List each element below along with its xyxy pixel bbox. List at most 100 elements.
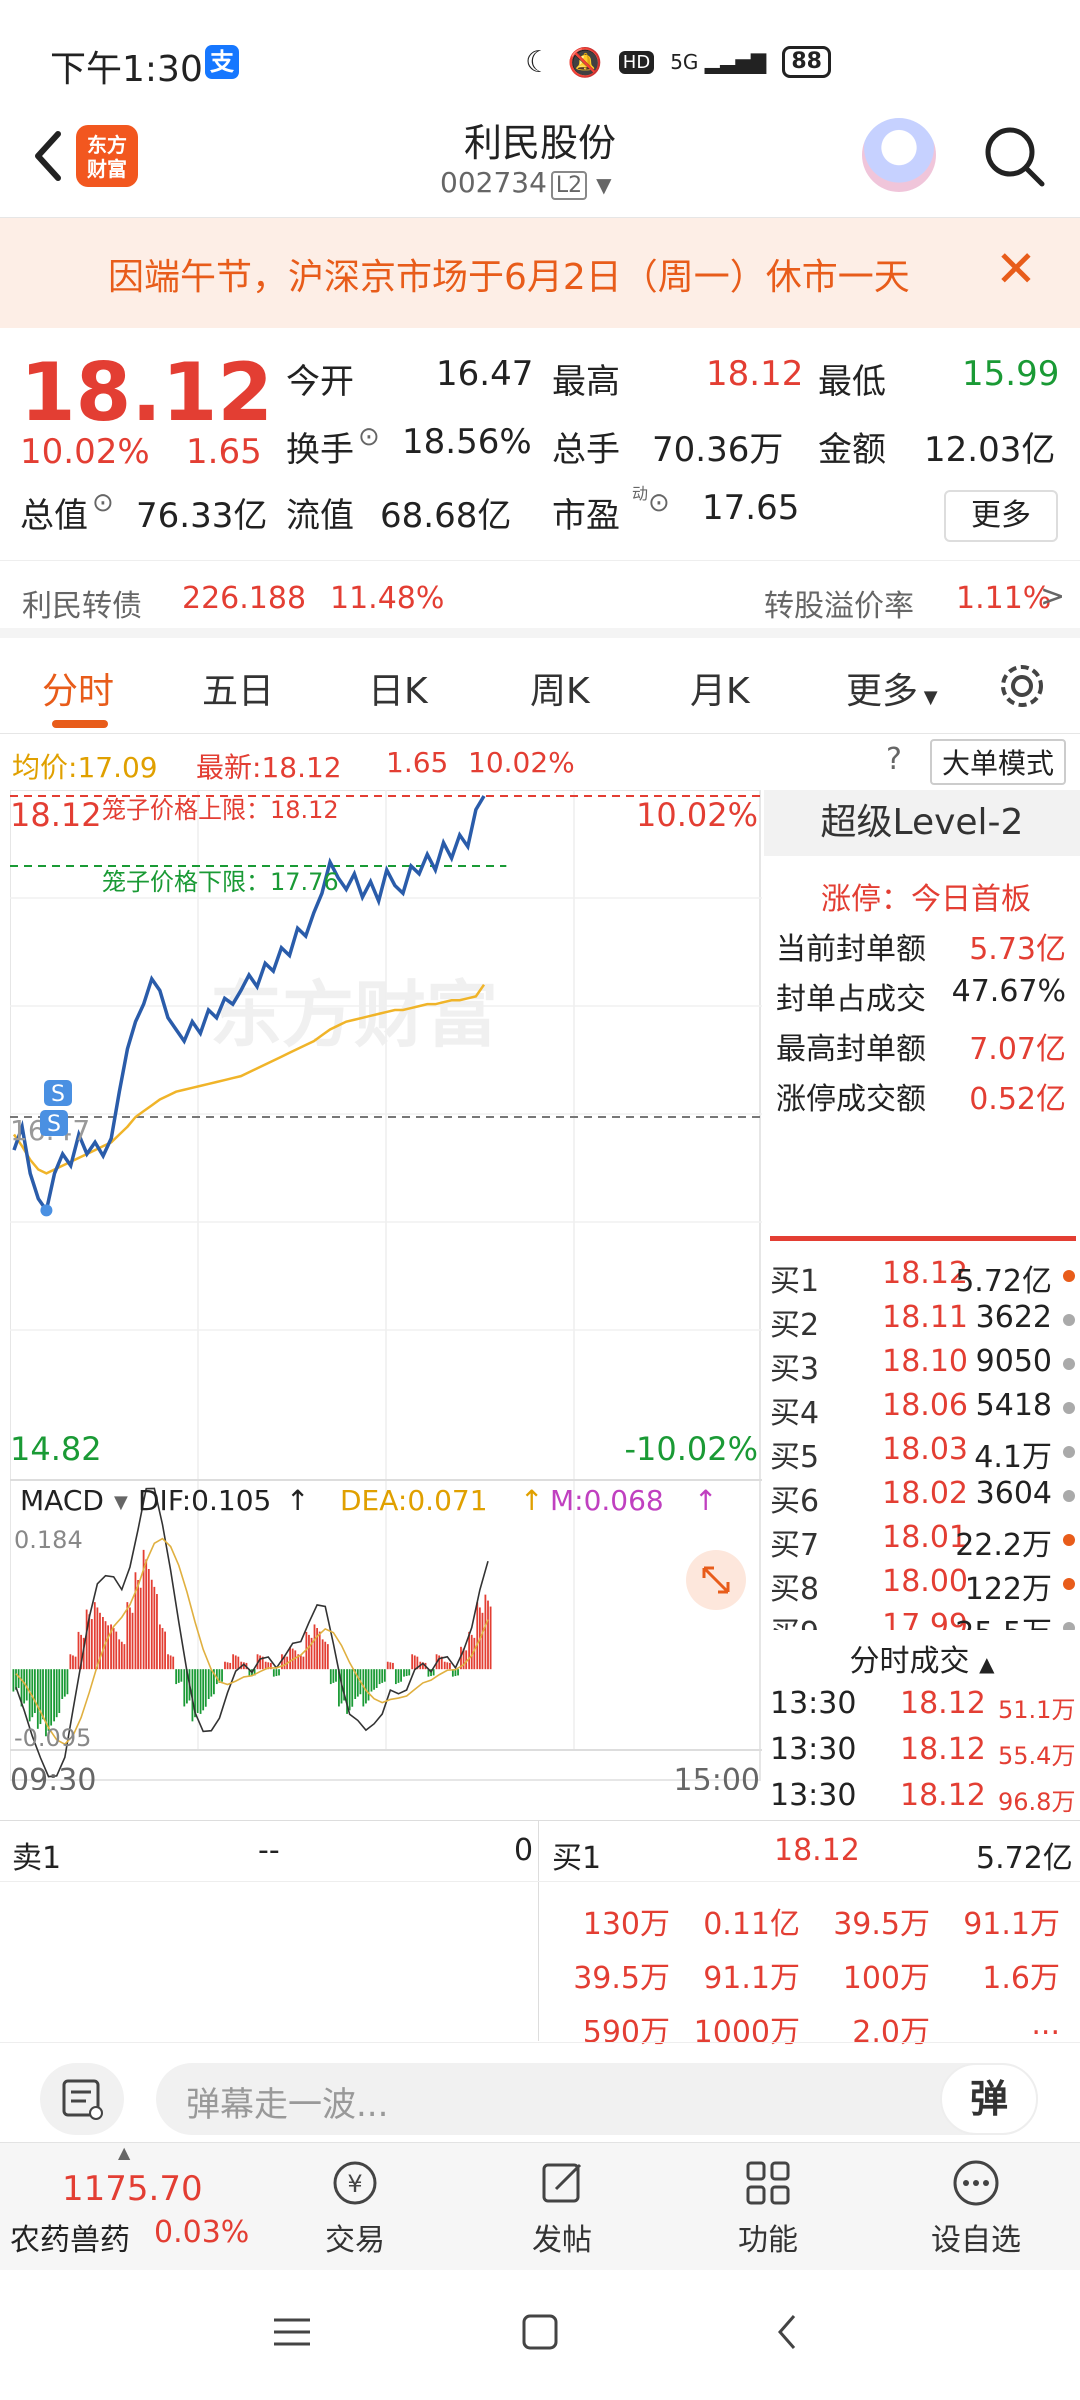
sell-marker-text: S xyxy=(51,1082,65,1107)
caret-down-icon: ▼ xyxy=(114,1492,128,1513)
tab-daily-k[interactable]: 日K xyxy=(368,662,428,714)
queue-order: 100万 xyxy=(842,1961,930,1996)
tab-intraday[interactable]: 分时 xyxy=(42,662,114,714)
tab-weekly-k[interactable]: 周K xyxy=(530,662,590,714)
seal-row: 当前封单额 5.73亿 xyxy=(776,924,1076,968)
float-label: 流值 xyxy=(286,496,354,536)
help-icon[interactable]: ? xyxy=(886,742,902,777)
last-pct: 10.02% xyxy=(468,746,575,779)
bid-row[interactable]: 买8 18.00 122万 xyxy=(770,1564,1076,1608)
big-order-mode-button[interactable]: 大单模式 xyxy=(930,739,1067,785)
dif-arrow-icon: ↑ xyxy=(286,1484,309,1517)
high-label: 最高 xyxy=(552,362,620,402)
convertible-bond-row[interactable]: 利民转债 226.188 11.48% 转股溢价率 1.11% > xyxy=(0,560,1080,638)
level2-title[interactable]: 超级Level-2 xyxy=(764,790,1080,856)
bid-row[interactable]: 买6 18.02 3604 xyxy=(770,1476,1076,1520)
amount-value: 12.03亿 xyxy=(924,430,1056,470)
limit-turnover-label: 涨停成交额 xyxy=(776,1082,926,1117)
queue-order: ... xyxy=(1031,2007,1060,2042)
seal-ratio-row: 封单占成交 47.67% xyxy=(776,974,1076,1018)
expand-icon[interactable] xyxy=(686,1550,746,1610)
bid-row[interactable]: 买5 18.03 4.1万 xyxy=(770,1432,1076,1476)
robot-assistant-icon[interactable] xyxy=(862,118,936,192)
bid-row[interactable]: 买7 18.01 22.2万 xyxy=(770,1520,1076,1564)
info-icon[interactable]: ⊙ xyxy=(358,422,380,452)
index-widget[interactable]: ▲ 1175.70 农药兽药 0.03% xyxy=(0,2143,270,2271)
bid-row[interactable]: 买3 18.10 9050 xyxy=(770,1344,1076,1388)
bid-label: 买8 xyxy=(770,1572,820,1607)
bid-indicator-dot xyxy=(1063,1270,1075,1282)
tick-price: 18.12 xyxy=(900,1732,986,1767)
book-divider xyxy=(538,1821,539,2041)
functions-button[interactable]: 功能 xyxy=(698,2157,838,2259)
danmu-list-icon[interactable] xyxy=(40,2063,124,2135)
ticks-header[interactable]: 分时成交 ▲ xyxy=(764,1636,1080,1680)
tab-more[interactable]: 更多 ▼ xyxy=(846,662,938,714)
add-watchlist-button[interactable]: 设自选 xyxy=(906,2157,1046,2259)
post-button[interactable]: 发帖 xyxy=(492,2157,632,2259)
trade-label: 交易 xyxy=(325,2223,385,2258)
bid-indicator-dot xyxy=(1063,1358,1075,1370)
bid-row[interactable]: 买917.9925.5万 xyxy=(770,1608,1076,1630)
macd-label[interactable]: MACD xyxy=(20,1484,104,1517)
bid-label: 买2 xyxy=(770,1308,820,1343)
low-point-marker xyxy=(40,1204,53,1217)
bid-indicator-dot xyxy=(1063,1314,1075,1326)
chevron-right-icon: > xyxy=(1040,579,1066,614)
close-icon[interactable]: ✕ xyxy=(995,240,1037,298)
danmu-input[interactable]: 弹幕走一波... xyxy=(156,2063,1038,2135)
menu-icon[interactable] xyxy=(270,2310,314,2354)
queue-order: 91.1万 xyxy=(963,1907,1060,1942)
index-value: 1175.70 xyxy=(62,2169,203,2209)
trade-icon: ¥ xyxy=(333,2161,377,2205)
seal-value: 5.73亿 xyxy=(969,932,1066,967)
book-row-divider xyxy=(0,1881,1080,1882)
intraday-chart[interactable]: 东方财富 18.12 10.02% 笼子价格上限：18.12 笼子价格下限：17… xyxy=(9,789,762,1798)
cb-pct: 11.48% xyxy=(330,581,445,616)
bid-volume: 3604 xyxy=(975,1476,1052,1511)
bid-label: 买6 xyxy=(770,1484,820,1519)
bid-row[interactable]: 买2 18.11 3622 xyxy=(770,1300,1076,1344)
bid-row[interactable]: 买1 18.12 5.72亿 xyxy=(770,1256,1076,1300)
mute-icon: 🔕 xyxy=(567,45,603,79)
tab-monthly-k[interactable]: 月K xyxy=(690,662,750,714)
bid1-label: 买1 xyxy=(552,1841,602,1876)
home-icon[interactable] xyxy=(518,2310,562,2354)
chevron-down-icon: ▼ xyxy=(596,173,612,197)
more-button[interactable]: 更多 xyxy=(944,490,1058,542)
bid-list[interactable]: 买1 18.12 5.72亿 买2 18.11 3622 买3 18.10 9050 买4 18.0… xyxy=(764,1256,1080,1630)
buy-markers: S S xyxy=(40,1080,72,1137)
queue-order: 39.5万 xyxy=(573,1961,670,1996)
bid-volume: 3622 xyxy=(975,1300,1052,1335)
info-icon[interactable]: ⊙ xyxy=(648,488,670,518)
bid-volume: 122万 xyxy=(964,1572,1052,1607)
quote-panel: 18.12 10.02% 1.65 总值 ⊙ 76.33亿 今开 16.47 最… xyxy=(0,330,1080,560)
ask1-price: -- xyxy=(258,1833,280,1868)
tick-volume: 51.1万 xyxy=(998,1696,1076,1724)
danmu-button[interactable]: 弹 xyxy=(940,2063,1038,2135)
order-queue[interactable]: 卖1 -- 0 买1 18.12 5.72亿 130万 0.11亿 39.5万 91.… xyxy=(0,1820,1080,2050)
chart-tabs: 分时 五日 日K 周K 月K 更多 ▼ xyxy=(0,640,1080,734)
moon-icon: ☾ xyxy=(525,44,552,80)
queue-order: 1.6万 xyxy=(982,1961,1060,1996)
caret-up-icon: ▲ xyxy=(979,1652,995,1676)
low-label: 最低 xyxy=(818,362,886,402)
trade-button[interactable]: ¥ 交易 xyxy=(285,2157,425,2259)
settings-icon[interactable] xyxy=(996,660,1048,712)
stock-code: 002734 xyxy=(440,166,547,199)
caret-down-icon: ▼ xyxy=(918,687,938,708)
open-value: 16.47 xyxy=(436,354,534,394)
holiday-banner[interactable]: 因端午节，沪深京市场于6月2日（周一）休市一天 ✕ xyxy=(0,218,1080,328)
amount-label: 金额 xyxy=(818,430,886,470)
limit-divider xyxy=(770,1236,1076,1241)
info-icon[interactable]: ⊙ xyxy=(92,488,114,518)
bid1-price: 18.12 xyxy=(774,1833,860,1868)
back-nav-icon[interactable] xyxy=(766,2310,810,2354)
current-price: 18.12 xyxy=(20,346,274,439)
tab-5day[interactable]: 五日 xyxy=(202,662,274,714)
level-badge: L2 xyxy=(550,171,588,200)
open-label: 今开 xyxy=(286,362,354,402)
search-icon[interactable] xyxy=(980,122,1050,192)
bid-row[interactable]: 买4 18.06 5418 xyxy=(770,1388,1076,1432)
stock-code-row[interactable]: 002734 L2 ▼ xyxy=(440,166,612,200)
